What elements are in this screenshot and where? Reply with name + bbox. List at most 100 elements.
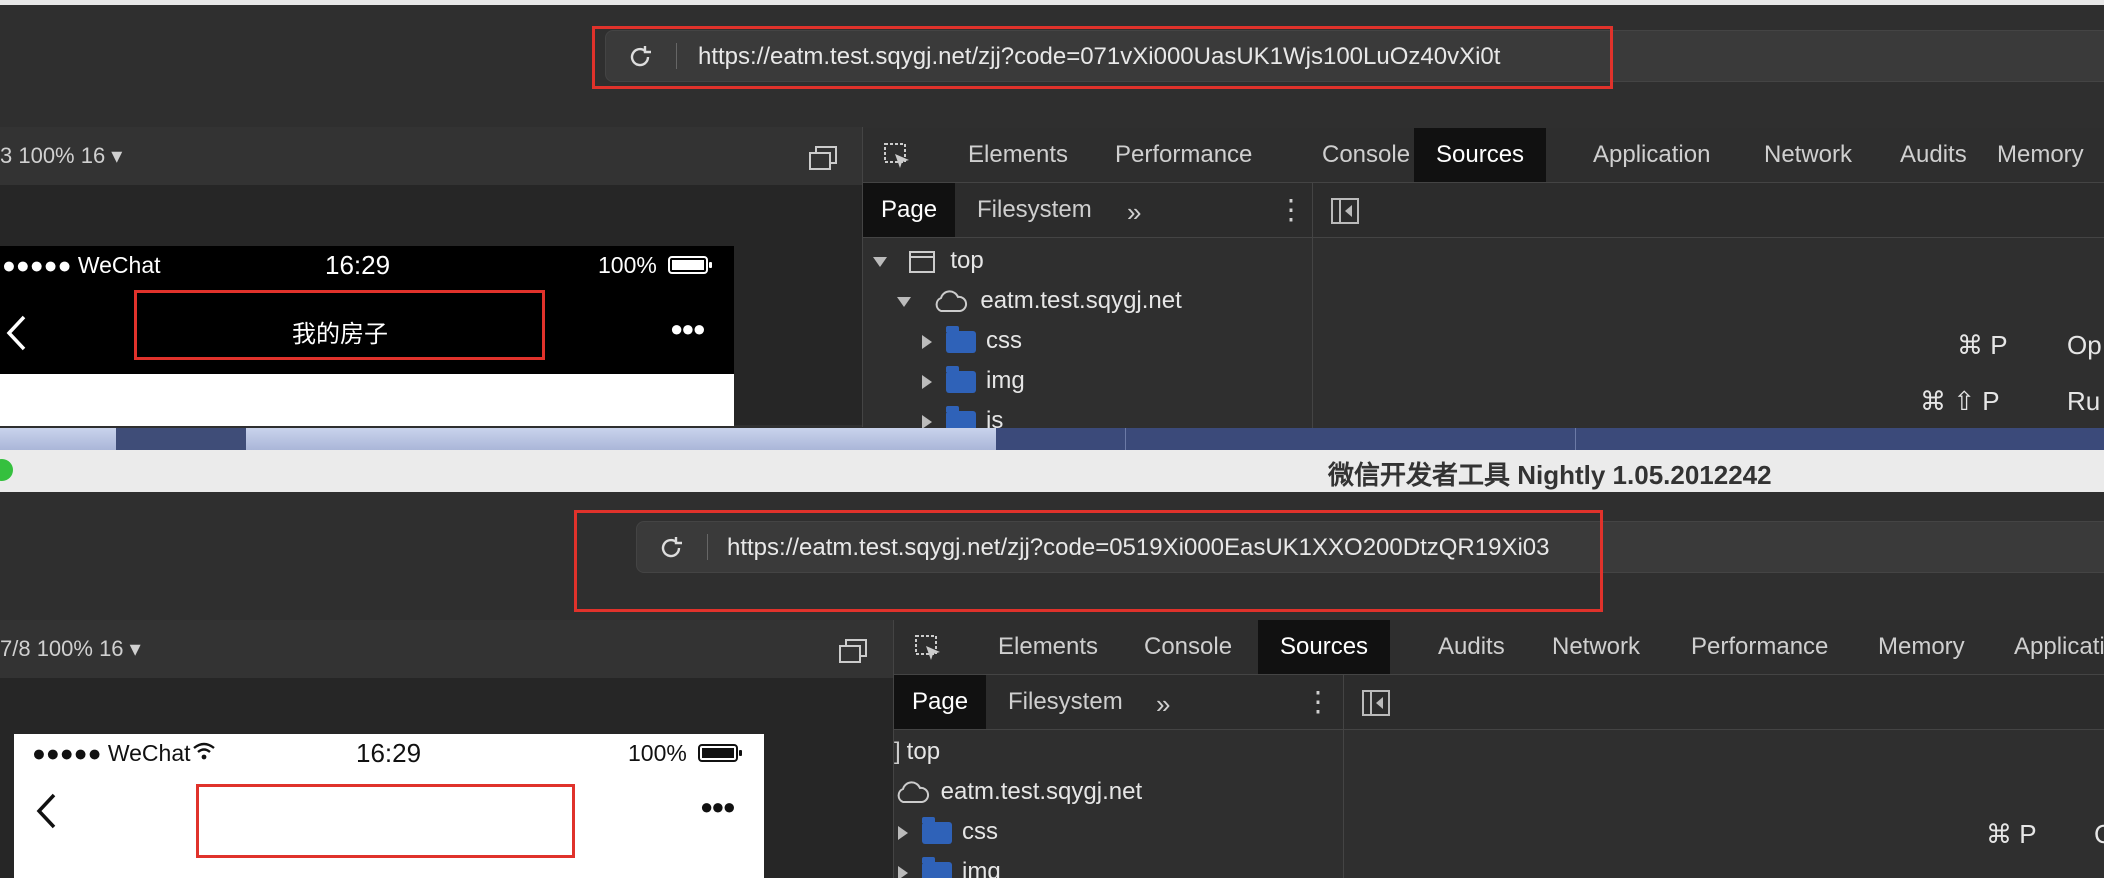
- frame-icon: [908, 250, 935, 273]
- folder-label: css: [962, 818, 998, 845]
- back-icon[interactable]: [34, 792, 58, 830]
- folder-label: img: [962, 858, 1001, 878]
- top-clock: 16:29: [325, 250, 391, 280]
- shortcut-open-keys: ⌘ P: [1957, 330, 2008, 360]
- subtab-filesystem[interactable]: Filesystem: [959, 183, 1110, 237]
- wifi-icon: [193, 742, 215, 760]
- top-strip: [0, 0, 2104, 5]
- tree-root-label: top: [906, 738, 941, 765]
- top-page-content: [0, 374, 734, 426]
- folder-label: css: [986, 327, 1022, 354]
- tree-folder-css[interactable]: css: [922, 323, 1022, 359]
- tab-application[interactable]: Application: [1992, 620, 2104, 674]
- tab-memory[interactable]: Memory: [1975, 128, 2104, 182]
- tab-sources[interactable]: Sources: [1258, 620, 1391, 674]
- bottom-simulator-toolbar: 7/8 100% 16 ▾: [0, 620, 893, 678]
- more-icon[interactable]: ●●●: [670, 316, 706, 342]
- tree-folder-img[interactable]: img: [922, 363, 1025, 399]
- collapse-arrow-icon[interactable]: [898, 825, 908, 840]
- toggle-navigator-icon[interactable]: [1361, 689, 1391, 717]
- bottom-devtools-tabbar: Elements Console Sources Audits Network …: [894, 620, 2104, 675]
- folder-label: img: [986, 367, 1025, 394]
- bottom-clock: 16:29: [356, 738, 422, 768]
- bottom-sources-navigator-tabs: Page Filesystem » ⋮: [894, 675, 1343, 730]
- back-icon[interactable]: [4, 314, 28, 352]
- tab-performance[interactable]: Performance: [1093, 128, 1274, 182]
- shortcut-open-label: Op: [2067, 330, 2102, 360]
- more-tabs-icon[interactable]: »: [1156, 689, 1170, 720]
- top-title-highlight: [134, 290, 545, 360]
- detach-icon[interactable]: [808, 145, 838, 171]
- tree-root-label: top: [950, 247, 984, 274]
- subtab-page[interactable]: Page: [894, 675, 987, 729]
- more-icon[interactable]: ●●●: [700, 794, 736, 820]
- maximize-button[interactable]: [0, 459, 13, 481]
- shortcut-open-label: C: [2094, 819, 2104, 849]
- top-sources-navigator-tabs: Page Filesystem » ⋮: [863, 183, 1312, 238]
- tab-network[interactable]: Network: [1742, 128, 1874, 182]
- top-device-info[interactable]: 3 100% 16 ▾: [0, 143, 122, 169]
- tree-folder-css[interactable]: css: [898, 814, 998, 850]
- subtab-filesystem[interactable]: Filesystem: [990, 675, 1141, 729]
- collapse-arrow-icon[interactable]: [922, 414, 932, 429]
- tab-console[interactable]: Console: [1122, 620, 1254, 674]
- folder-icon: [946, 325, 976, 353]
- subtab-page[interactable]: Page: [863, 183, 956, 237]
- bottom-device-info[interactable]: 7/8 100% 16 ▾: [0, 636, 141, 662]
- tab-performance[interactable]: Performance: [1669, 620, 1850, 674]
- folder-icon: [946, 365, 976, 393]
- top-editor-toolbar: [1313, 183, 2104, 238]
- tab-audits[interactable]: Audits: [1878, 128, 1989, 182]
- tab-sources[interactable]: Sources: [1414, 128, 1547, 182]
- more-tabs-icon[interactable]: »: [1127, 197, 1141, 228]
- toggle-navigator-icon[interactable]: [1330, 197, 1360, 225]
- bottom-editor-toolbar: [1344, 675, 2104, 730]
- kebab-menu-icon[interactable]: ⋮: [1304, 685, 1332, 718]
- cloud-icon: [897, 781, 930, 803]
- taskbar-item: [996, 428, 2104, 450]
- top-carrier: ●●●●● WeChat: [2, 252, 161, 278]
- tab-audits[interactable]: Audits: [1416, 620, 1527, 674]
- tab-elements[interactable]: Elements: [976, 620, 1120, 674]
- inspect-icon[interactable]: [914, 634, 942, 662]
- battery-icon: [698, 744, 742, 762]
- detach-icon[interactable]: [838, 638, 868, 664]
- shortcut-run-label: Ru: [2067, 386, 2101, 416]
- tab-memory[interactable]: Memory: [1856, 620, 1987, 674]
- top-window: https://eatm.test.sqygj.net/zjj?code=071…: [0, 0, 2104, 450]
- tree-domain[interactable]: eatm.test.sqygj.net: [897, 283, 1182, 319]
- shortcut-open-keys: ⌘ P: [1986, 819, 2037, 849]
- shortcut-run-keys: ⌘ ⇧ P: [1920, 386, 2000, 416]
- top-devtools-tabbar: Elements Performance Console Sources App…: [863, 128, 2104, 183]
- tab-network[interactable]: Network: [1530, 620, 1662, 674]
- expand-arrow-icon[interactable]: [873, 256, 887, 267]
- inspect-icon[interactable]: [883, 142, 911, 170]
- tree-domain[interactable]: eatm.test.sqygj.net: [894, 774, 1142, 810]
- bottom-window: https://eatm.test.sqygj.net/zjj?code=051…: [0, 492, 2104, 878]
- window-title-bar: 微信开发者工具 Nightly 1.05.2012242: [0, 450, 2104, 492]
- collapse-arrow-icon[interactable]: [922, 334, 932, 349]
- collapse-arrow-icon[interactable]: [898, 865, 908, 878]
- tree-folder-img[interactable]: img: [898, 854, 1001, 878]
- tab-application[interactable]: Application: [1571, 128, 1732, 182]
- collapse-arrow-icon[interactable]: [922, 374, 932, 389]
- bottom-battery-text: 100%: [628, 740, 687, 766]
- top-simulator-toolbar: 3 100% 16 ▾: [0, 127, 862, 185]
- kebab-menu-icon[interactable]: ⋮: [1277, 193, 1305, 226]
- bottom-url-highlight: [574, 510, 1603, 612]
- taskbar-divider: [1125, 428, 1126, 450]
- taskbar-item: [116, 428, 246, 450]
- tab-console[interactable]: Console: [1300, 128, 1432, 182]
- window-title: 微信开发者工具 Nightly 1.05.2012242: [1328, 460, 1772, 490]
- tree-root[interactable]: top: [873, 243, 984, 279]
- taskbar-strip: [0, 428, 2104, 450]
- tree-root[interactable]: ] top: [894, 734, 940, 770]
- tab-elements[interactable]: Elements: [946, 128, 1090, 182]
- top-battery-text: 100%: [598, 252, 657, 278]
- bottom-carrier: ●●●●● WeChat: [32, 740, 191, 766]
- folder-icon: [922, 816, 952, 844]
- top-url-highlight: [592, 26, 1613, 89]
- tree-domain-label: eatm.test.sqygj.net: [940, 778, 1143, 805]
- expand-arrow-icon[interactable]: [897, 296, 911, 307]
- taskbar-divider: [1575, 428, 1576, 450]
